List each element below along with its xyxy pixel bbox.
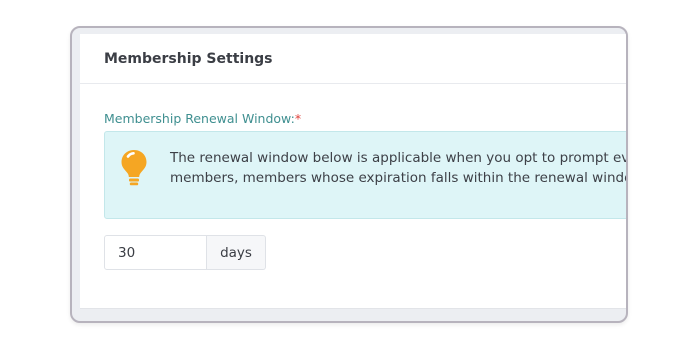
info-alert: The renewal window below is applicable w… xyxy=(104,131,628,219)
renewal-window-label: Membership Renewal Window:* xyxy=(104,111,301,126)
lightbulb-icon xyxy=(121,150,147,186)
info-text-line-1: The renewal window below is applicable w… xyxy=(170,150,628,166)
renewal-window-days-input[interactable] xyxy=(104,235,207,270)
required-marker: * xyxy=(294,111,302,126)
renewal-window-label-text: Membership Renewal Window: xyxy=(104,111,295,126)
card-header: Membership Settings xyxy=(80,34,626,84)
membership-settings-card: Membership Settings Membership Renewal W… xyxy=(80,34,628,309)
info-text-line-2: members, members whose expiration falls … xyxy=(170,170,628,186)
renewal-window-input-group: days xyxy=(104,235,266,270)
settings-window: Membership Settings Membership Renewal W… xyxy=(70,26,628,323)
card-title: Membership Settings xyxy=(104,51,273,67)
days-unit-addon: days xyxy=(207,235,266,270)
